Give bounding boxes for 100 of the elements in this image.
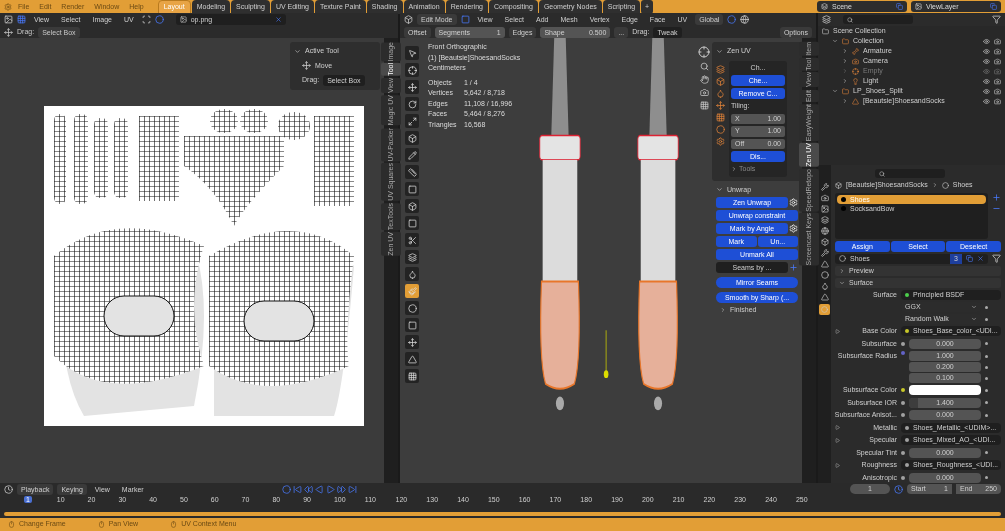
tool-icon (407, 133, 417, 143)
tool-icon (407, 235, 417, 245)
view-layer-icon (915, 3, 922, 10)
move-icon (302, 61, 311, 71)
object-icon (852, 47, 859, 55)
tool-button[interactable] (405, 301, 419, 315)
record-icon[interactable] (281, 484, 291, 494)
zen-tool-icon[interactable] (716, 124, 725, 134)
zen-tool-icon[interactable] (716, 76, 725, 86)
camera-icon[interactable] (699, 88, 709, 97)
editor-type-icon[interactable] (404, 15, 413, 24)
zen-tool-icon[interactable] (716, 136, 725, 146)
tool-button[interactable] (405, 80, 419, 94)
tool-button[interactable] (405, 335, 419, 349)
tool-icon (407, 82, 417, 92)
chevron-icon (716, 47, 723, 55)
object-icon (852, 97, 859, 105)
tool-icon (407, 48, 417, 58)
copy-icon (990, 3, 997, 10)
material-icon (821, 306, 828, 313)
zen-tool-icon[interactable] (716, 64, 725, 74)
tool-button[interactable] (405, 148, 419, 162)
tool-icon (407, 167, 417, 177)
close-icon (274, 16, 282, 23)
properties-tab-icon[interactable] (820, 227, 829, 235)
tool-button[interactable] (405, 352, 419, 366)
material-tab[interactable] (819, 304, 830, 315)
settings-icon[interactable] (789, 224, 798, 233)
settings-icon[interactable] (789, 198, 798, 207)
timeline-scrollbar[interactable] (4, 512, 1001, 516)
tool-icon (407, 371, 417, 381)
tool-button[interactable] (405, 131, 419, 145)
tool-button[interactable] (405, 63, 419, 77)
mouse-icon (97, 521, 105, 528)
search-field[interactable] (875, 169, 945, 178)
tool-button[interactable] (405, 267, 419, 281)
chevron-icon (731, 166, 737, 173)
tool-icon (407, 354, 417, 364)
zen-tool-icon[interactable] (716, 88, 725, 98)
filter-icon[interactable] (992, 15, 1001, 24)
tool-button[interactable] (405, 182, 419, 196)
search-field[interactable] (843, 15, 913, 24)
tool-button[interactable] (405, 318, 419, 332)
filter-icon[interactable] (992, 254, 1001, 263)
add-icon[interactable] (992, 192, 1001, 202)
color-swatch[interactable] (909, 385, 981, 396)
tool-button[interactable] (405, 216, 419, 230)
tool-button[interactable] (405, 46, 419, 60)
mouse-icon (170, 521, 178, 528)
search-icon (879, 170, 885, 177)
search-icon (847, 16, 853, 23)
editor-type-icon[interactable] (4, 15, 13, 24)
object-icon (852, 77, 859, 85)
zen-tool-icon[interactable] (716, 112, 725, 122)
tool-button[interactable] (405, 165, 419, 179)
zen-tool-icon[interactable] (716, 100, 725, 110)
tool-button[interactable] (405, 233, 419, 247)
collection-icon (822, 27, 829, 35)
object-icon (852, 57, 859, 65)
chevron-icon (931, 182, 938, 189)
tool-button[interactable] (405, 199, 419, 213)
tool-icon (407, 184, 417, 194)
tool-button[interactable] (405, 114, 419, 128)
grid-icon[interactable] (699, 101, 709, 110)
zoom-icon[interactable] (699, 62, 709, 71)
tool-button[interactable] (405, 250, 419, 264)
properties-tab-icon[interactable] (820, 194, 829, 202)
image-icon (179, 16, 187, 23)
proportional-icon[interactable] (740, 15, 750, 24)
tool-button[interactable] (405, 97, 419, 111)
tool-icon (407, 337, 417, 347)
pan-icon[interactable] (699, 75, 709, 84)
material-icon (941, 181, 949, 189)
properties-tab-icon[interactable] (820, 183, 829, 191)
tool-icon (407, 201, 417, 211)
jump-start-icon[interactable] (292, 484, 302, 494)
tool-icon (407, 116, 417, 126)
gizmo-icon (698, 46, 710, 58)
editor-type-icon[interactable] (822, 15, 831, 24)
properties-tab-icon[interactable] (820, 216, 829, 224)
chevron-icon (294, 47, 301, 55)
next-keyframe-icon[interactable] (336, 484, 346, 494)
object-icon (835, 181, 842, 189)
select-mode-icon[interactable] (17, 15, 26, 24)
previous-keyframe-icon[interactable] (303, 484, 313, 494)
editor-type-icon[interactable] (4, 484, 13, 494)
tool-icon (407, 65, 417, 75)
tool-button[interactable] (405, 369, 419, 383)
chevron-icon (716, 186, 723, 194)
clock-icon[interactable] (894, 484, 903, 494)
move-icon (4, 27, 13, 37)
object-icon (842, 37, 849, 45)
properties-tab-icon[interactable] (820, 238, 829, 246)
object-icon (852, 67, 859, 75)
tool-icon (407, 269, 417, 279)
tool-icon (407, 218, 417, 228)
object-icon (842, 87, 849, 95)
chevron-icon (720, 307, 726, 314)
properties-tab-icon[interactable] (820, 249, 829, 257)
properties-tab-icon[interactable] (820, 205, 829, 213)
